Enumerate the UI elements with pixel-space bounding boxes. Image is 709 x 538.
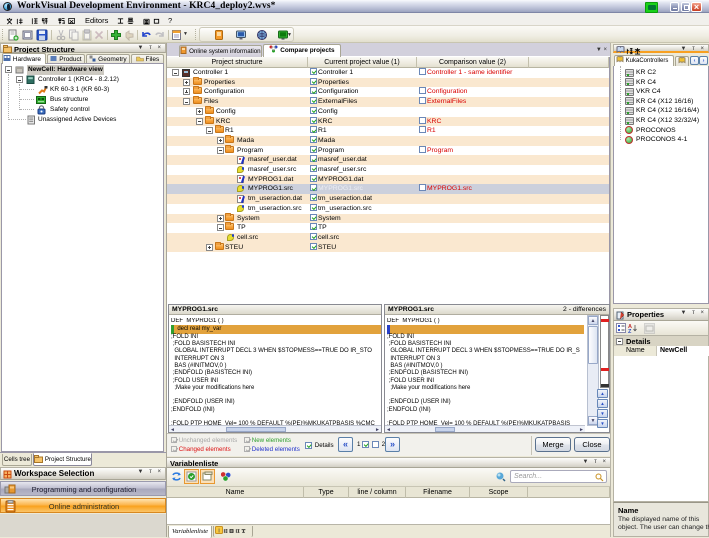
svg-text:i: i (218, 529, 219, 535)
